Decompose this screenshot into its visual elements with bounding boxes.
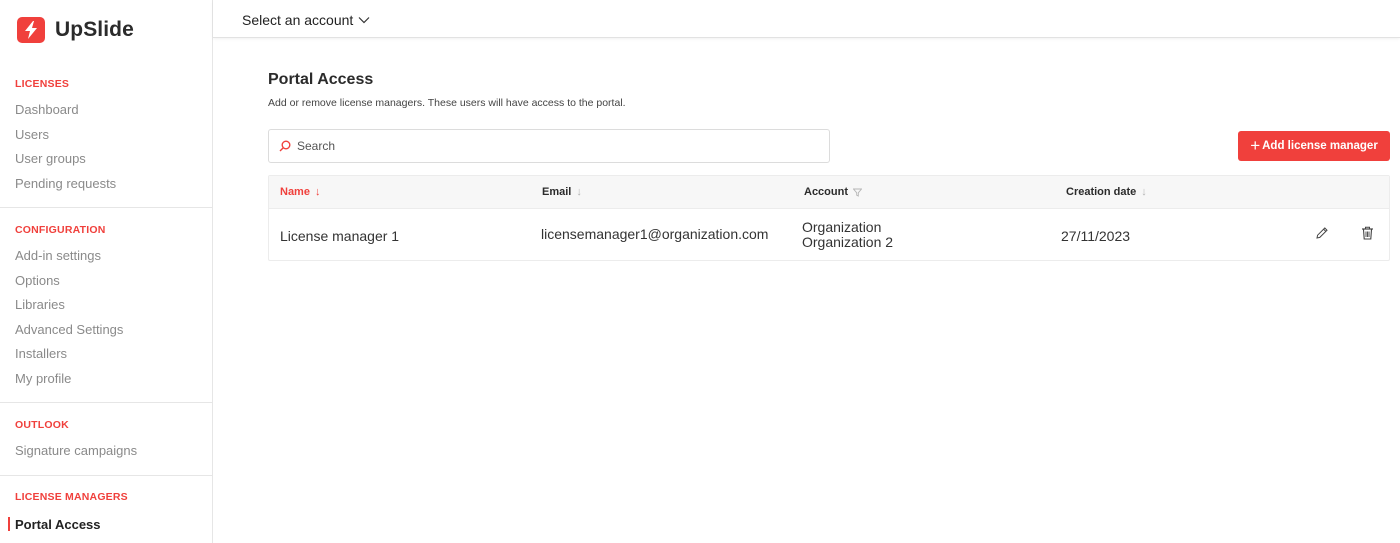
trash-icon (1362, 226, 1373, 240)
sidebar-item-portal-access[interactable]: Portal Access (15, 517, 101, 532)
page-subtitle: Add or remove license managers. These us… (268, 97, 626, 109)
sidebar-item-advanced-settings[interactable]: Advanced Settings (15, 322, 123, 337)
sidebar-item-user-groups[interactable]: User groups (15, 151, 86, 166)
account-item: Organization 2 (802, 234, 894, 250)
active-indicator (8, 517, 10, 531)
account-item: Organization (802, 219, 882, 235)
brand-name: UpSlide (55, 18, 134, 41)
license-managers-table: Name ↓ Email ↓ Account Creation date ↓ L… (268, 175, 1390, 261)
app: UpSlide LICENSES Dashboard Users User gr… (0, 0, 1400, 543)
sidebar-divider (0, 402, 212, 403)
sidebar-item-libraries[interactable]: Libraries (15, 297, 65, 312)
cell-email: licensemanager1@organization.com (541, 226, 769, 242)
filter-icon (853, 188, 862, 197)
sort-arrow-down-icon: ↓ (576, 186, 582, 198)
topbar: Select an account (213, 0, 1400, 38)
sort-arrow-down-icon: ↓ (1141, 186, 1147, 198)
cell-creation-date: 27/11/2023 (1061, 228, 1131, 244)
pencil-icon (1316, 227, 1328, 239)
section-title-outlook: OUTLOOK (15, 419, 69, 431)
account-select[interactable]: Select an account (242, 12, 370, 28)
chevron-down-icon (358, 17, 370, 24)
plus-icon: + (1250, 135, 1261, 155)
cell-account: Organization Organization 2 (802, 220, 893, 250)
section-title-configuration: CONFIGURATION (15, 224, 106, 236)
lightning-bolt-icon (17, 17, 45, 43)
sidebar-item-add-in-settings[interactable]: Add-in settings (15, 248, 101, 263)
sidebar-item-dashboard[interactable]: Dashboard (15, 102, 79, 117)
section-title-licenses: LICENSES (15, 78, 70, 90)
sidebar-divider (0, 475, 212, 476)
page-title: Portal Access (268, 71, 374, 88)
add-license-manager-button[interactable]: + Add license manager (1238, 131, 1390, 161)
cell-name: License manager 1 (280, 228, 400, 244)
column-header-account[interactable]: Account (804, 186, 862, 198)
search-box[interactable] (268, 129, 830, 163)
account-select-label: Select an account (242, 12, 354, 28)
sidebar: UpSlide LICENSES Dashboard Users User gr… (0, 0, 213, 543)
sidebar-item-options[interactable]: Options (15, 273, 60, 288)
column-header-name[interactable]: Name ↓ (280, 186, 320, 198)
sort-arrow-down-icon: ↓ (314, 186, 321, 198)
sidebar-item-installers[interactable]: Installers (15, 346, 67, 361)
table-row: License manager 1 licensemanager1@organi… (269, 209, 1389, 260)
logo[interactable]: UpSlide (17, 17, 134, 43)
sidebar-item-users[interactable]: Users (15, 127, 49, 142)
delete-button[interactable] (1361, 226, 1374, 245)
add-license-manager-label: Add license manager (1262, 140, 1378, 152)
section-title-license-managers: LICENSE MANAGERS (15, 491, 128, 503)
search-input[interactable] (297, 139, 797, 153)
table-header: Name ↓ Email ↓ Account Creation date ↓ (269, 176, 1389, 209)
sidebar-item-signature-campaigns[interactable]: Signature campaigns (15, 443, 137, 458)
sidebar-item-pending-requests[interactable]: Pending requests (15, 176, 116, 191)
column-header-creation-date[interactable]: Creation date ↓ (1066, 186, 1147, 198)
sidebar-divider (0, 207, 212, 208)
search-icon (279, 140, 291, 152)
sidebar-item-my-profile[interactable]: My profile (15, 371, 71, 386)
column-header-email[interactable]: Email ↓ (542, 186, 582, 198)
edit-button[interactable] (1315, 226, 1329, 245)
